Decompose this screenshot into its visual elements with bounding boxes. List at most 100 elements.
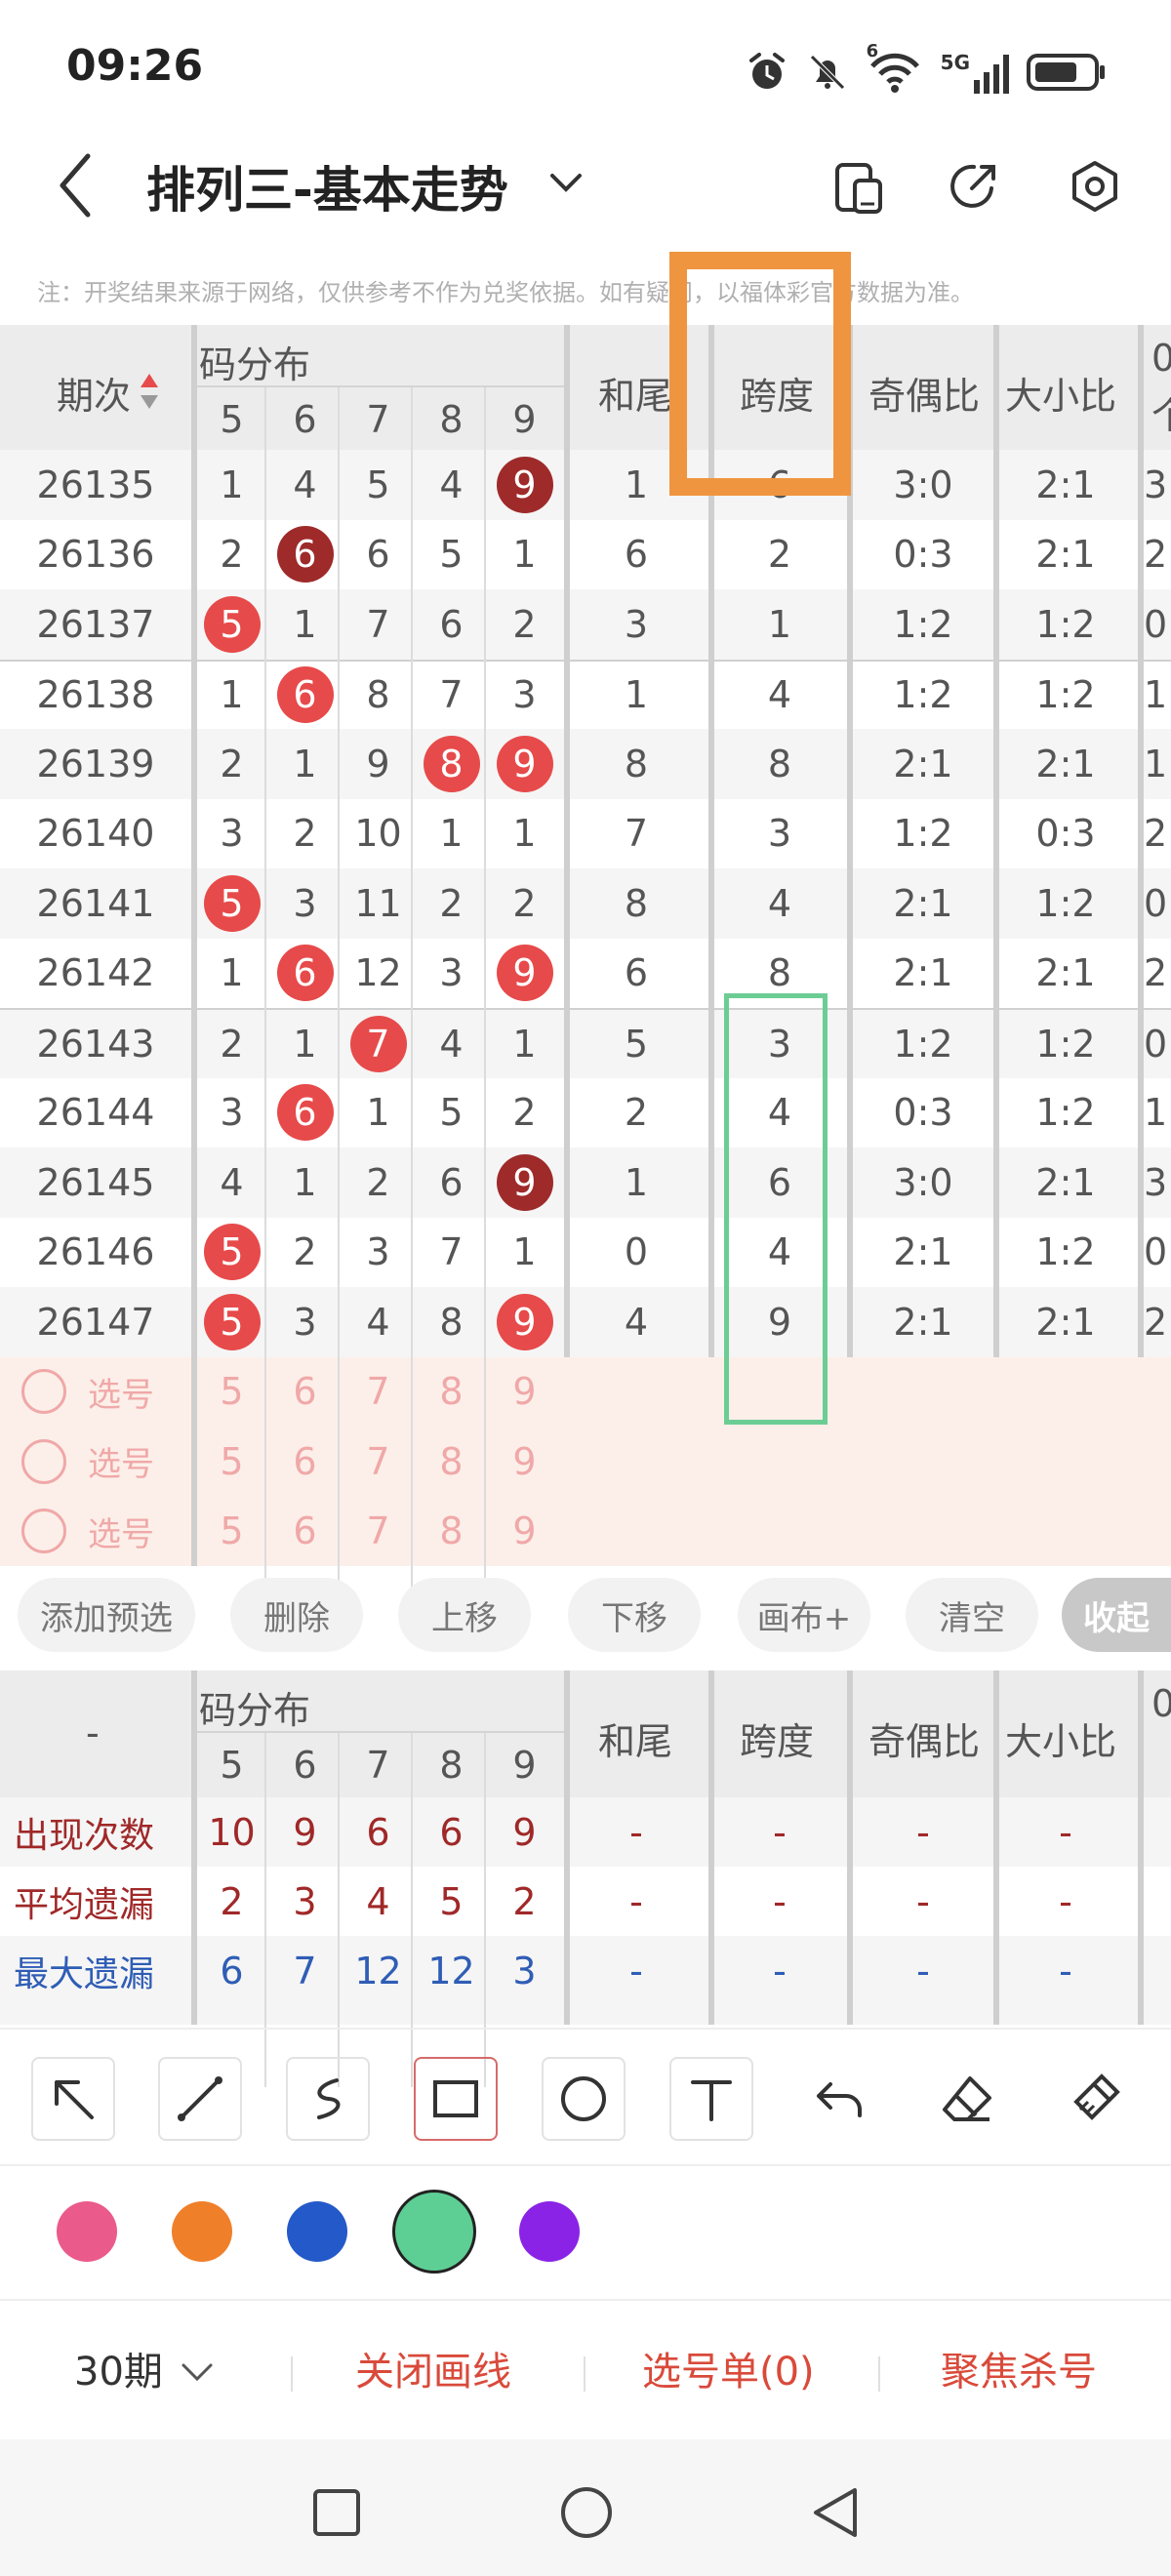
stats-header-jiou: 奇偶比 xyxy=(868,1720,981,1763)
action-button-5[interactable]: 清空 xyxy=(906,1578,1038,1652)
digit-cell: 3 xyxy=(293,881,317,925)
hewei-cell: 3 xyxy=(624,602,649,646)
preselect-digit[interactable]: 8 xyxy=(415,1497,488,1567)
action-button-4[interactable]: 画布+ xyxy=(738,1578,870,1652)
digit-cell: 3 xyxy=(293,1300,317,1344)
header-hewei[interactable]: 和尾 xyxy=(598,366,672,420)
action-button-1[interactable]: 删除 xyxy=(230,1578,363,1652)
preselect-digit[interactable]: 7 xyxy=(342,1427,415,1497)
device-switch-icon[interactable] xyxy=(831,161,886,216)
page-title[interactable]: 排列三-基本走势 xyxy=(146,151,508,221)
rectangle-tool-icon[interactable] xyxy=(414,2057,498,2141)
line-tool-icon[interactable] xyxy=(158,2057,242,2141)
preselect-radio-icon[interactable] xyxy=(21,1438,66,1484)
text-tool-icon[interactable] xyxy=(669,2057,753,2141)
hewei-cell: 0 xyxy=(624,1230,649,1274)
preselect-digit[interactable]: 5 xyxy=(195,1427,268,1497)
action-button-0[interactable]: 添加预选 xyxy=(18,1578,195,1652)
color-swatch-blue[interactable] xyxy=(287,2201,347,2262)
preselect-row[interactable]: 选号 5 6 7 8 9 xyxy=(0,1496,1171,1567)
settings-icon[interactable] xyxy=(1068,159,1122,214)
stats-value: 6 xyxy=(220,1949,244,1992)
daxiao-cell: 1:2 xyxy=(1035,673,1096,717)
back-triangle-icon[interactable] xyxy=(808,2484,861,2541)
action-button-2[interactable]: 上移 xyxy=(398,1578,531,1652)
stats-value: 3 xyxy=(293,1879,317,1923)
clear-brush-icon[interactable] xyxy=(1053,2057,1137,2141)
period-header-label: 期次 xyxy=(57,375,132,418)
preselect-row[interactable]: 选号 5 6 7 8 9 xyxy=(0,1356,1171,1428)
period-cell: 26143 xyxy=(36,1022,155,1066)
color-swatch-pink[interactable] xyxy=(57,2201,117,2262)
recents-square-icon[interactable] xyxy=(310,2486,363,2539)
back-arrow-icon[interactable] xyxy=(51,146,100,224)
header-jiou[interactable]: 奇偶比 xyxy=(868,366,980,420)
freehand-tool-icon[interactable] xyxy=(286,2057,370,2141)
preselect-digit[interactable]: 8 xyxy=(415,1357,488,1428)
extra-cell: 2 xyxy=(1144,812,1168,856)
preselect-digit[interactable]: 9 xyxy=(488,1427,561,1497)
jiou-cell: 1:2 xyxy=(893,1022,953,1066)
digit-cell: 5 xyxy=(195,1287,268,1357)
undo-icon[interactable] xyxy=(797,2057,881,2141)
hewei-cell: 1 xyxy=(624,1160,649,1204)
stats-row-label: 最大遗漏 xyxy=(14,1953,155,1994)
period-cell: 26144 xyxy=(36,1091,155,1135)
preselect-radio-icon[interactable] xyxy=(21,1369,66,1415)
preselect-digit[interactable]: 7 xyxy=(342,1357,415,1428)
circle-tool-icon[interactable] xyxy=(542,2057,626,2141)
digit-cell: 5 xyxy=(439,533,464,577)
digit-cell: 5 xyxy=(366,463,390,506)
arrow-tool-icon[interactable] xyxy=(31,2057,115,2141)
hit-ball: 6 xyxy=(276,1084,334,1142)
close-lines-button[interactable]: 关闭画线 xyxy=(355,2340,511,2396)
preselect-digit[interactable]: 5 xyxy=(195,1497,268,1567)
preselect-digit[interactable]: 6 xyxy=(268,1357,342,1428)
stats-header-hewei: 和尾 xyxy=(598,1720,673,1763)
preselect-cell[interactable]: 选号 xyxy=(21,1357,187,1428)
stats-rest-value: - xyxy=(916,1879,930,1923)
jiou-cell: 0:3 xyxy=(893,533,953,577)
selection-list-button[interactable]: 选号单(0) xyxy=(642,2340,815,2396)
preselect-cell[interactable]: 选号 xyxy=(21,1427,187,1497)
color-swatch-green[interactable] xyxy=(392,2190,476,2274)
home-circle-icon[interactable] xyxy=(558,2484,615,2541)
digit-cell: 4 xyxy=(439,463,464,506)
preselect-digit[interactable]: 9 xyxy=(488,1497,561,1567)
sort-icon[interactable] xyxy=(139,372,160,411)
share-icon[interactable] xyxy=(947,159,1001,214)
digit-cell: 9 xyxy=(488,1147,561,1218)
action-button-3[interactable]: 下移 xyxy=(568,1578,701,1652)
preselect-cell[interactable]: 选号 xyxy=(21,1497,187,1567)
period-chevron-down-icon[interactable] xyxy=(178,2359,217,2387)
preselect-digit[interactable]: 5 xyxy=(195,1357,268,1428)
hit-ball: 9 xyxy=(496,456,553,513)
period-cell: 26136 xyxy=(36,533,155,577)
action-button-6[interactable]: 收起 xyxy=(1062,1578,1171,1652)
kuadu-cell: 4 xyxy=(767,881,792,925)
header-daxiao[interactable]: 大小比 xyxy=(1005,366,1116,420)
preselect-digit[interactable]: 9 xyxy=(488,1357,561,1428)
period-count-select[interactable]: 30期 xyxy=(74,2340,163,2396)
hit-ball: 9 xyxy=(496,735,553,792)
color-swatch-orange[interactable] xyxy=(172,2201,232,2262)
period-cell: 26139 xyxy=(36,742,155,785)
period-header[interactable]: 期次 xyxy=(57,366,131,420)
stats-value: 9 xyxy=(293,1810,317,1854)
chevron-down-icon[interactable] xyxy=(546,168,586,197)
focus-kill-button[interactable]: 聚焦杀号 xyxy=(941,2340,1097,2396)
preselect-row[interactable]: 选号 5 6 7 8 9 xyxy=(0,1427,1171,1497)
preselect-digit[interactable]: 6 xyxy=(268,1497,342,1567)
preselect-digit[interactable]: 7 xyxy=(342,1497,415,1567)
period-cell: 26147 xyxy=(36,1300,155,1344)
stats-value: 9 xyxy=(512,1810,537,1854)
digit-cell: 2 xyxy=(293,1230,317,1274)
preselect-radio-icon[interactable] xyxy=(21,1509,66,1554)
digit-cell: 2 xyxy=(293,812,317,856)
digit-cell: 6 xyxy=(268,662,342,730)
eraser-icon[interactable] xyxy=(925,2057,1009,2141)
preselect-digit[interactable]: 6 xyxy=(268,1427,342,1497)
color-swatch-purple[interactable] xyxy=(519,2201,580,2262)
network-type: 5G xyxy=(940,51,970,74)
preselect-digit[interactable]: 8 xyxy=(415,1427,488,1497)
